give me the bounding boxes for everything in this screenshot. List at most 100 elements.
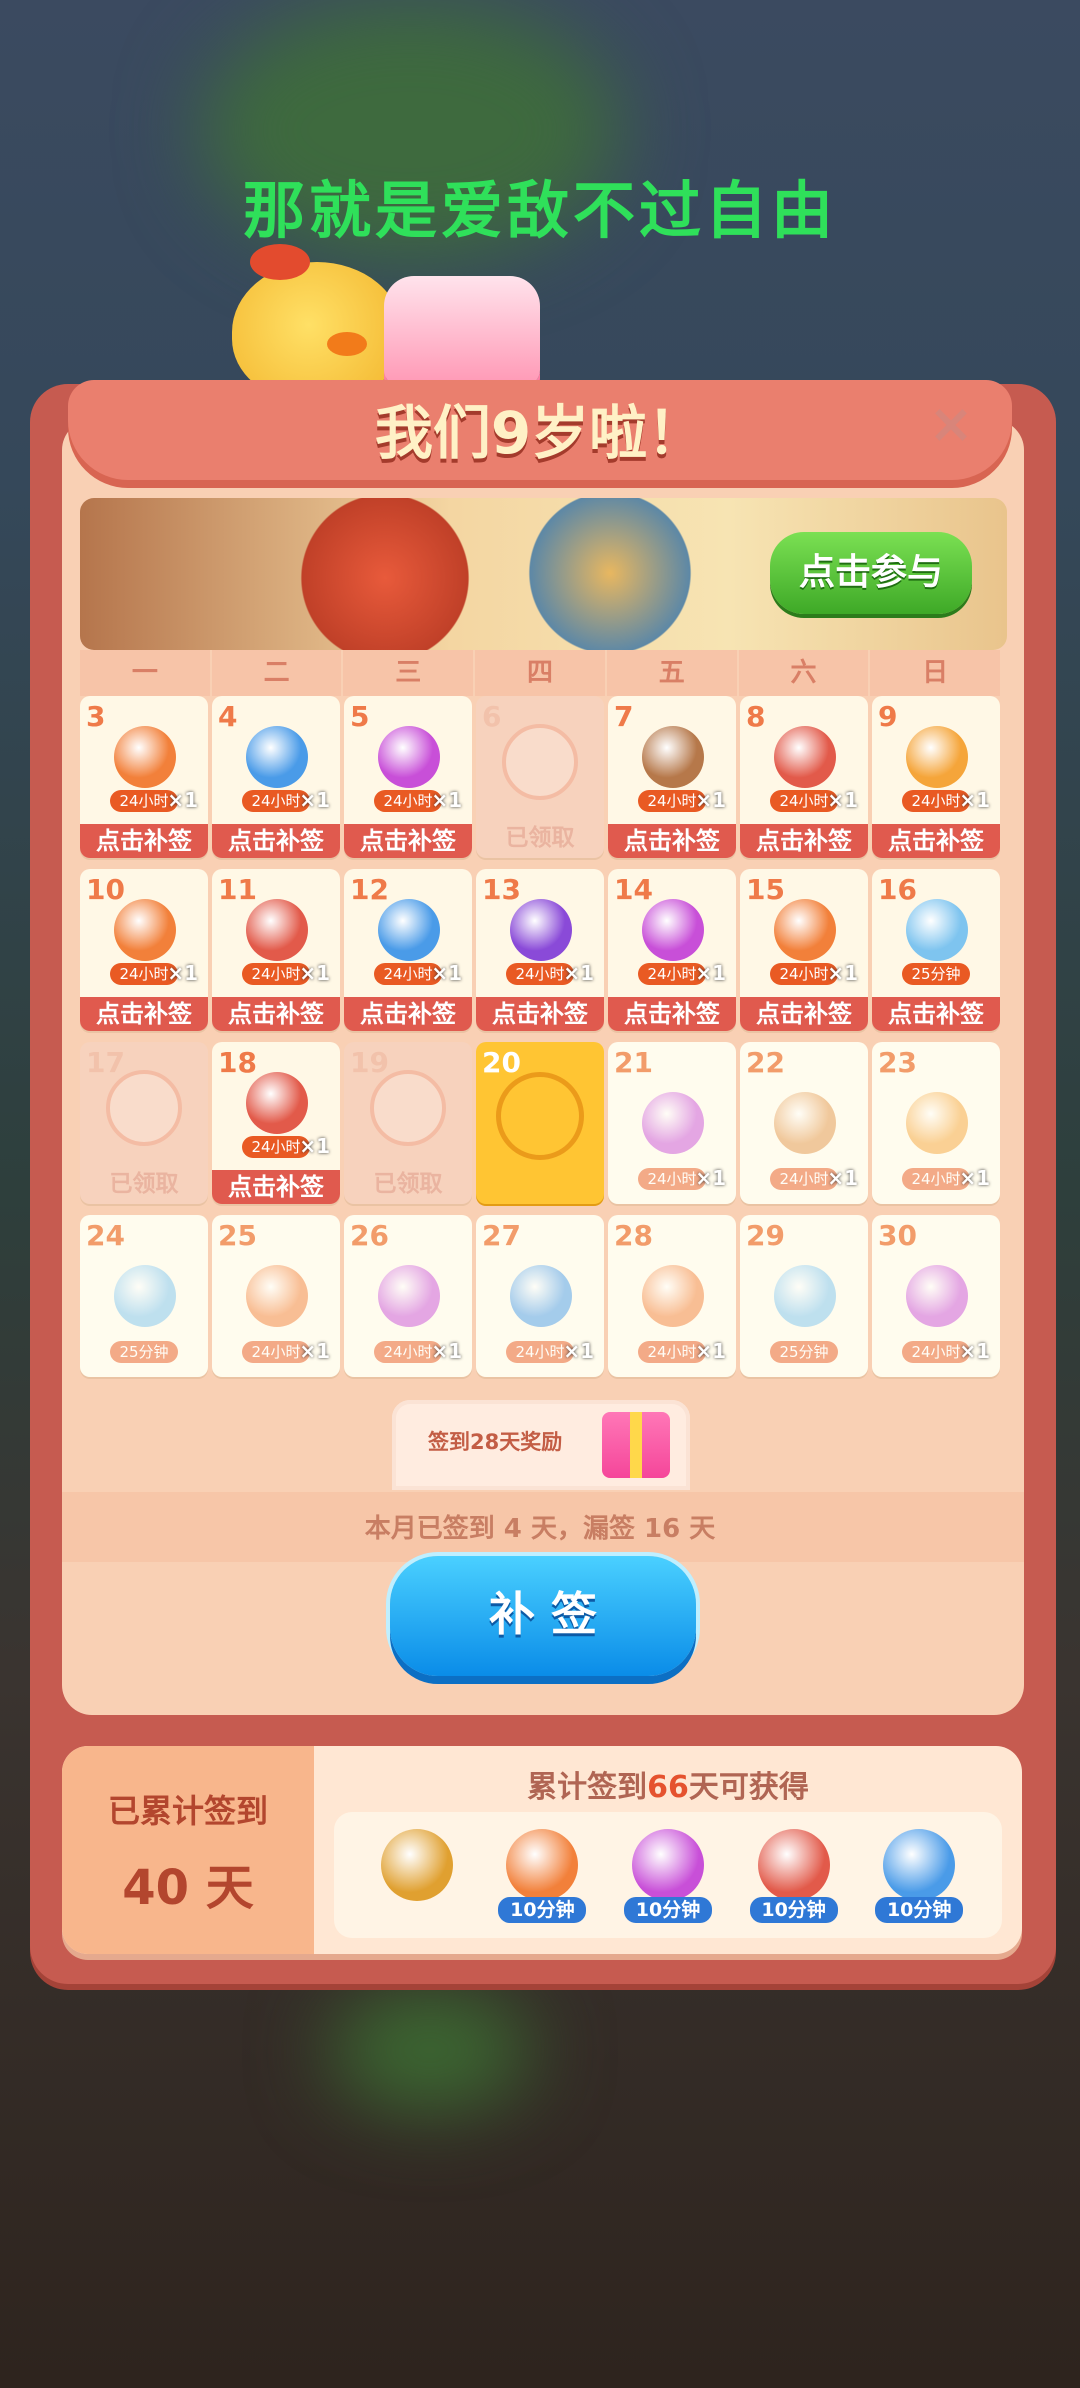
day-number: 29 [746,1219,785,1252]
reward-duration: 10分钟 [498,1897,587,1923]
calendar-day[interactable]: 3 24小时 ×1 点击补签 [80,696,208,858]
makeup-signin-button[interactable]: 补 签 [390,1556,696,1676]
bottle-icon [906,899,968,961]
blue-bird-icon [246,726,308,788]
calendar-day[interactable]: 15 24小时 ×1 点击补签 [740,869,868,1031]
day-number: 28 [614,1219,653,1252]
day-number: 12 [350,873,389,906]
cumulative-count: 已累计签到 40 天 [62,1746,314,1954]
weekday-label: 一 [80,650,210,696]
plus3-icon [642,1265,704,1327]
quantity-label: ×1 [431,788,462,812]
calendar-day[interactable]: 5 24小时 ×1 点击补签 [344,696,472,858]
makeup-label[interactable]: 点击补签 [740,824,868,858]
blue-bird-icon [378,899,440,961]
calendar-day[interactable]: 10 24小时 ×1 点击补签 [80,869,208,1031]
calendar-day[interactable]: 4 24小时 ×1 点击补签 [212,696,340,858]
quantity-label: ×1 [695,961,726,985]
calendar-day[interactable]: 8 24小时 ×1 点击补签 [740,696,868,858]
day-number: 27 [482,1219,521,1252]
join-button[interactable]: 点击参与 [770,532,972,614]
calendar-day: 23 24小时 ×1 [872,1042,1000,1204]
close-icon[interactable]: × [925,397,977,451]
quantity-label: ×1 [827,1166,858,1190]
day-number: 21 [614,1046,653,1079]
plus3-icon [774,899,836,961]
reward-duration: 10分钟 [875,1897,964,1923]
rainbow-owl-icon [642,899,704,961]
claimed-label: 已领取 [109,1171,179,1197]
calendar-day[interactable]: 7 24小时 ×1 点击补签 [608,696,736,858]
duration-tag: 25分钟 [110,1341,178,1363]
rainbow-owl-icon [378,1265,440,1327]
rocket-icon [246,1072,308,1134]
calendar-day: 21 24小时 ×1 [608,1042,736,1204]
makeup-label[interactable]: 点击补签 [476,997,604,1031]
signin-progress: 本月已签到 4 天，漏签 16 天 [364,1514,716,1544]
calendar-day[interactable]: 18 24小时 ×1 点击补签 [212,1042,340,1204]
day-number: 9 [878,700,898,733]
calendar-day[interactable]: 11 24小时 ×1 点击补签 [212,869,340,1031]
quantity-label: ×1 [299,961,330,985]
paw-icon [106,1070,182,1146]
calendar-day[interactable]: 14 24小时 ×1 点击补签 [608,869,736,1031]
makeup-label[interactable]: 点击补签 [212,824,340,858]
calendar-day: 17 已领取 [80,1042,208,1204]
weekday-label: 五 [606,650,737,696]
makeup-label[interactable]: 点击补签 [212,997,340,1031]
quantity-label: ×1 [563,1339,594,1363]
makeup-label[interactable]: 点击补签 [872,997,1000,1031]
day-number: 18 [218,1046,257,1079]
calendar-day[interactable]: 9 24小时 ×1 点击补签 [872,696,1000,858]
day-number: 4 [218,700,238,733]
clock-icon [906,1092,968,1154]
calendar-day: 25 24小时 ×1 [212,1215,340,1377]
day-number: 23 [878,1046,917,1079]
bottle-icon [114,1265,176,1327]
weekday-label: 二 [211,650,342,696]
rocket-icon [774,726,836,788]
quantity-label: ×1 [959,1166,990,1190]
calendar-day[interactable]: 16 25分钟 点击补签 [872,869,1000,1031]
claimed-label: 已领取 [373,1171,443,1197]
day-number: 5 [350,700,370,733]
makeup-label[interactable]: 点击补签 [80,997,208,1031]
calendar-grid: 3 24小时 ×1 点击补签 4 24小时 ×1 点击补签 5 24小时 ×1 点击补签 6 已领取 7 24… [80,696,1004,1377]
panel-title: 我们9岁啦！ [374,399,706,467]
quantity-label: ×1 [167,961,198,985]
plus3-icon [114,726,176,788]
makeup-label[interactable]: 点击补签 [344,824,472,858]
cumulative-rewards: 10分钟 10分钟 10分钟 10分钟 [334,1812,1002,1938]
rocket-icon [757,1829,830,1901]
quantity-label: ×1 [299,788,330,812]
cumulative-section: 已累计签到 40 天 累计签到66天可获得 10分钟 10分钟 10分钟 10分钟 [62,1746,1022,1954]
video-caption: 那就是爱敌不过自由 [242,174,837,247]
cumulative-value: 40 天 [122,1860,254,1916]
weekday-label: 四 [475,650,605,696]
mystery-medal-icon [380,1829,453,1901]
makeup-label[interactable]: 点击补签 [344,997,472,1031]
reward-item: 10分钟 [620,1825,716,1925]
duration-tag: 25分钟 [770,1341,838,1363]
day28-reward-label: 签到28天奖励 [428,1430,563,1454]
rainbow-owl-icon [642,1092,704,1154]
calendar-day[interactable]: 13 24小时 ×1 点击补签 [476,869,604,1031]
makeup-label[interactable]: 点击补签 [740,997,868,1031]
rainbow-owl-icon [631,1829,704,1901]
weekday-header: 一 二 三 四 五 六 日 [80,650,1001,696]
cumulative-label: 已累计签到 [107,1792,268,1830]
makeup-label[interactable]: 点击补签 [608,997,736,1031]
calendar-day[interactable]: 12 24小时 ×1 点击补签 [344,869,472,1031]
reward-duration: 10分钟 [749,1897,838,1923]
day-number: 30 [878,1219,917,1252]
makeup-label[interactable]: 点击补签 [608,824,736,858]
day-number: 14 [614,873,653,906]
makeup-label[interactable]: 点击补签 [212,1170,340,1204]
birthday-cake [384,276,540,386]
rocket-icon [246,899,308,961]
makeup-label[interactable]: 点击补签 [872,824,1000,858]
calendar-day: 30 24小时 ×1 [872,1215,1000,1377]
makeup-label[interactable]: 点击补签 [80,824,208,858]
clock-icon [906,726,968,788]
day28-reward[interactable]: 签到28天奖励 [392,1400,690,1490]
